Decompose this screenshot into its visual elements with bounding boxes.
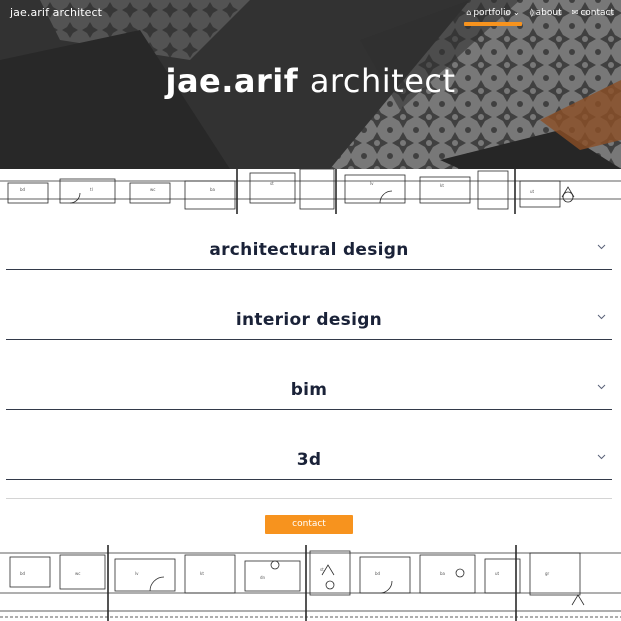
services-accordion: architectural design interior design bim… [6, 222, 612, 480]
accordion-item-architectural-design[interactable]: architectural design [6, 222, 612, 270]
nav-label-contact: contact [580, 8, 614, 18]
hero-banner: jae.arif architect ⌂ portfolio ⌄ ◊ about… [0, 0, 621, 169]
blueprint-strip-bottom: bd wc lv kt dn st bd ba ut gr [0, 545, 621, 621]
nav-item-contact[interactable]: ✉ contact [572, 8, 614, 26]
chevron-down-icon: ⌄ [512, 8, 520, 17]
accordion-title: architectural design [209, 240, 409, 260]
nav-label-about: about [535, 8, 562, 18]
nav-label-portfolio: portfolio [473, 8, 511, 18]
chevron-down-icon[interactable] [597, 452, 606, 461]
accordion-item-interior-design[interactable]: interior design [6, 270, 612, 340]
floor-plan-drawing: bd wc lv kt dn st bd ba ut gr [0, 545, 621, 621]
chevron-down-icon[interactable] [597, 382, 606, 391]
hero-title-light: architect [309, 62, 456, 100]
blueprint-strip-top: bd tl wc ba st lv kt ut [0, 169, 621, 214]
nav-item-about[interactable]: ◊ about [530, 8, 562, 26]
svg-text:dn: dn [260, 575, 266, 580]
chevron-down-icon[interactable] [597, 242, 606, 251]
svg-text:st: st [320, 567, 324, 572]
svg-text:bd: bd [20, 571, 26, 576]
svg-text:kt: kt [200, 571, 204, 576]
site-title[interactable]: jae.arif architect [10, 6, 102, 19]
diamond-icon: ◊ [529, 8, 534, 17]
svg-text:lv: lv [135, 571, 139, 576]
hero-title-bold: jae.arif [165, 62, 299, 100]
contact-button[interactable]: contact [265, 515, 353, 534]
accordion-title: 3d [296, 450, 322, 470]
main-nav: ⌂ portfolio ⌄ ◊ about ✉ contact [464, 8, 614, 26]
svg-text:gr: gr [545, 571, 550, 576]
svg-text:ba: ba [210, 187, 216, 192]
svg-text:wc: wc [75, 571, 80, 576]
svg-text:lv: lv [370, 181, 374, 186]
nav-item-portfolio[interactable]: ⌂ portfolio ⌄ [464, 8, 523, 26]
accordion-title: bim [290, 380, 328, 400]
svg-text:bd: bd [375, 571, 381, 576]
svg-text:ut: ut [530, 189, 535, 194]
svg-text:st: st [270, 181, 274, 186]
floor-plan-drawing: bd tl wc ba st lv kt ut [0, 169, 621, 214]
accordion-item-3d[interactable]: 3d [6, 410, 612, 480]
hero-title: jae.arif architect [0, 62, 621, 100]
home-icon: ⌂ [466, 8, 472, 17]
section-divider [6, 498, 612, 499]
accordion-item-bim[interactable]: bim [6, 340, 612, 410]
svg-text:ut: ut [495, 571, 500, 576]
svg-text:ba: ba [440, 571, 446, 576]
svg-text:kt: kt [440, 183, 444, 188]
svg-text:tl: tl [90, 187, 93, 192]
accordion-title: interior design [235, 310, 383, 330]
chevron-down-icon[interactable] [597, 312, 606, 321]
svg-text:wc: wc [150, 187, 155, 192]
svg-text:bd: bd [20, 187, 26, 192]
mail-icon: ✉ [571, 8, 579, 17]
